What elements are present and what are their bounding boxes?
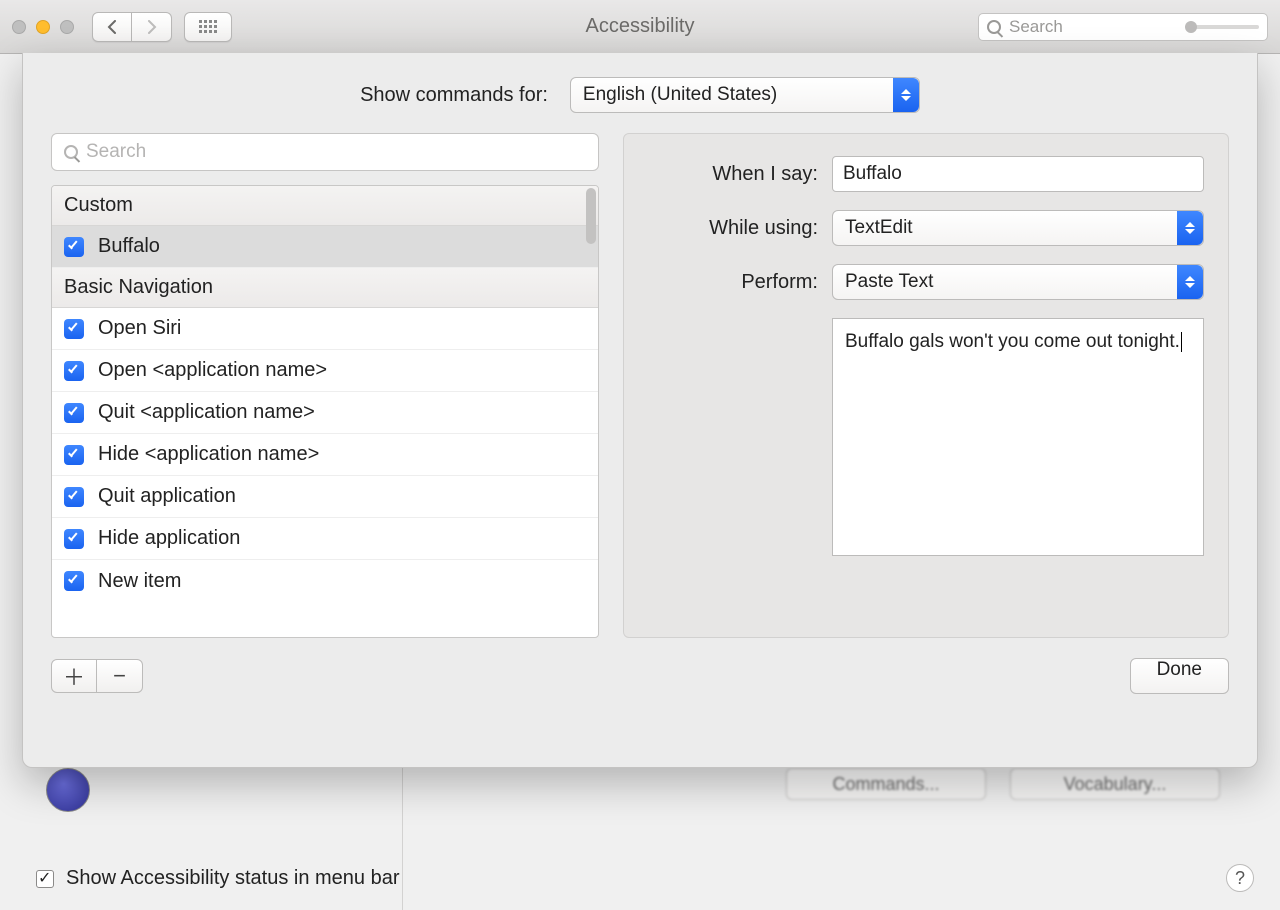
- toolbar-search[interactable]: Search: [978, 13, 1268, 41]
- list-item[interactable]: Quit <application name>: [52, 392, 598, 434]
- stepper-icon: [1177, 211, 1203, 245]
- group-header: Basic Navigation: [52, 268, 598, 308]
- traffic-lights: [12, 20, 74, 34]
- grid-icon: [199, 20, 217, 33]
- stepper-icon: [893, 78, 919, 112]
- language-value: English (United States): [583, 84, 777, 106]
- add-button[interactable]: ＋: [51, 659, 97, 693]
- scrollbar-thumb[interactable]: [586, 188, 596, 244]
- when-i-say-value: Buffalo: [843, 163, 902, 185]
- background-sidebar-row: [46, 768, 90, 812]
- list-item[interactable]: Open <application name>: [52, 350, 598, 392]
- when-i-say-label: When I say:: [648, 163, 818, 186]
- done-button[interactable]: Done: [1130, 658, 1229, 694]
- list-item-label: Open <application name>: [98, 359, 327, 382]
- checkbox[interactable]: [64, 319, 84, 339]
- checkbox[interactable]: [64, 529, 84, 549]
- checkbox[interactable]: [64, 237, 84, 257]
- minimize-window-button[interactable]: [36, 20, 50, 34]
- list-item[interactable]: Open Siri: [52, 308, 598, 350]
- show-all-button[interactable]: [184, 12, 232, 42]
- commands-list-column: Search Custom Buffalo Basic Navigation O…: [51, 133, 599, 638]
- checkbox[interactable]: [64, 571, 84, 591]
- help-button[interactable]: ?: [1226, 864, 1254, 892]
- commands-sheet: Show commands for: English (United State…: [22, 53, 1258, 768]
- checkbox[interactable]: [64, 487, 84, 507]
- list-item-label: Quit <application name>: [98, 401, 315, 424]
- while-using-popup[interactable]: TextEdit: [832, 210, 1204, 246]
- group-header: Custom: [52, 186, 598, 226]
- status-checkbox[interactable]: [36, 870, 54, 888]
- list-item[interactable]: Buffalo: [52, 226, 598, 268]
- list-item[interactable]: Hide application: [52, 518, 598, 560]
- status-label: Show Accessibility status in menu bar: [66, 867, 400, 890]
- checkbox[interactable]: [64, 403, 84, 423]
- perform-value: Paste Text: [845, 271, 933, 293]
- paste-text-area[interactable]: Buffalo gals won't you come out tonight.: [832, 318, 1204, 556]
- list-item[interactable]: New item: [52, 560, 598, 602]
- slider-decoration: [1189, 25, 1259, 29]
- close-window-button[interactable]: [12, 20, 26, 34]
- language-popup[interactable]: English (United States): [570, 77, 920, 113]
- list-item-label: New item: [98, 570, 181, 593]
- checkbox[interactable]: [64, 445, 84, 465]
- show-commands-label: Show commands for:: [360, 84, 548, 107]
- checkbox[interactable]: [64, 361, 84, 381]
- back-button[interactable]: [92, 12, 132, 42]
- commands-search[interactable]: Search: [51, 133, 599, 171]
- commands-search-placeholder: Search: [86, 141, 146, 163]
- list-item-label: Buffalo: [98, 235, 160, 258]
- text-caret: [1181, 332, 1182, 352]
- window-toolbar: Accessibility Search: [0, 0, 1280, 54]
- while-using-value: TextEdit: [845, 217, 913, 239]
- perform-label: Perform:: [648, 271, 818, 294]
- footer: Show Accessibility status in menu bar: [36, 867, 400, 890]
- forward-button[interactable]: [132, 12, 172, 42]
- command-detail-panel: When I say: Buffalo While using: TextEdi…: [623, 133, 1229, 638]
- language-row: Show commands for: English (United State…: [51, 77, 1229, 113]
- commands-button[interactable]: Commands...: [786, 768, 986, 800]
- list-item-label: Hide application: [98, 527, 240, 550]
- list-item-label: Open Siri: [98, 317, 181, 340]
- vocabulary-button[interactable]: Vocabulary...: [1010, 768, 1220, 800]
- background-icon: [46, 768, 90, 812]
- stepper-icon: [1177, 265, 1203, 299]
- list-item-label: Hide <application name>: [98, 443, 319, 466]
- add-remove-group: ＋ −: [51, 659, 143, 693]
- nav-group: [92, 12, 172, 42]
- while-using-label: While using:: [648, 217, 818, 240]
- search-icon: [987, 20, 1001, 34]
- search-icon: [64, 145, 78, 159]
- zoom-window-button[interactable]: [60, 20, 74, 34]
- list-item-label: Quit application: [98, 485, 236, 508]
- paste-text-value: Buffalo gals won't you come out tonight.: [845, 331, 1180, 352]
- list-item[interactable]: Hide <application name>: [52, 434, 598, 476]
- window-title: Accessibility: [586, 15, 695, 38]
- search-placeholder: Search: [1009, 17, 1063, 37]
- list-item[interactable]: Quit application: [52, 476, 598, 518]
- remove-button[interactable]: −: [97, 659, 143, 693]
- sheet-bottom-row: ＋ − Done: [51, 658, 1229, 694]
- when-i-say-field[interactable]: Buffalo: [832, 156, 1204, 192]
- perform-popup[interactable]: Paste Text: [832, 264, 1204, 300]
- commands-list[interactable]: Custom Buffalo Basic Navigation Open Sir…: [51, 185, 599, 638]
